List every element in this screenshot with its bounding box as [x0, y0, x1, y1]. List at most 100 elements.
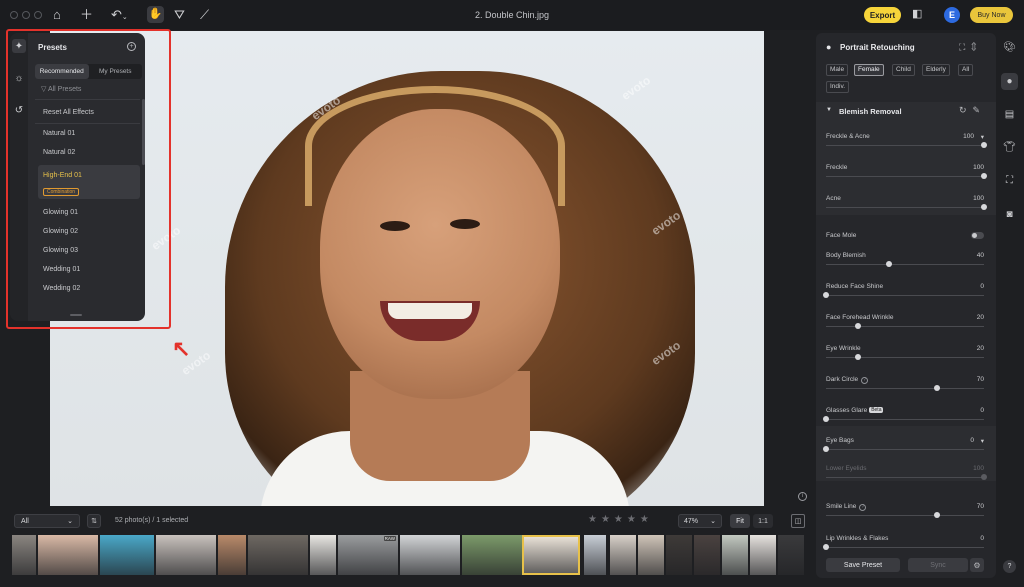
group-tag-male[interactable]: Male: [826, 64, 849, 76]
slider-value[interactable]: 70: [977, 376, 984, 383]
face-retouch-icon[interactable]: ●: [1001, 73, 1018, 90]
slider-track[interactable]: [826, 477, 984, 478]
buy-now-button[interactable]: Buy Now: [970, 7, 1013, 23]
group-tag-child[interactable]: Child: [892, 64, 915, 76]
sync-settings-icon[interactable]: ⚙: [970, 558, 984, 572]
thumbnail[interactable]: [722, 535, 748, 575]
slider-value[interactable]: 20: [977, 345, 984, 352]
slider-value[interactable]: 0: [980, 407, 984, 414]
chevron-down-icon[interactable]: ▾: [981, 437, 984, 445]
slider-knob[interactable]: [854, 323, 861, 329]
thumbnail[interactable]: [750, 535, 776, 575]
chevron-down-icon[interactable]: ▾: [981, 133, 984, 141]
slider-track[interactable]: [826, 176, 984, 177]
reset-icon[interactable]: ↻: [959, 105, 973, 115]
slider-value[interactable]: 0: [980, 283, 984, 290]
compare-icon[interactable]: ◫: [791, 514, 805, 528]
help-icon[interactable]: ?: [859, 504, 867, 511]
info-icon[interactable]: i: [798, 492, 807, 501]
crop-frame-icon[interactable]: ⛶: [1001, 172, 1018, 189]
thumbnail[interactable]: [218, 535, 246, 575]
thumbnail[interactable]: [584, 535, 606, 575]
thumbnail[interactable]: [100, 535, 154, 575]
slider-knob[interactable]: [933, 512, 940, 518]
thumbnail[interactable]: [462, 535, 522, 575]
thumbnail[interactable]: [400, 535, 460, 575]
slider-knob[interactable]: [981, 474, 987, 480]
slider-value[interactable]: 0: [970, 437, 974, 444]
thumbnail[interactable]: [38, 535, 98, 575]
slider-track[interactable]: [826, 145, 984, 146]
face-mole-toggle[interactable]: [971, 232, 984, 239]
face-icon: ●: [826, 42, 832, 52]
photo-count: 52 photo(s) / 1 selected: [115, 517, 189, 524]
collapse-triangle-icon[interactable]: ▼: [826, 107, 832, 113]
slider-knob[interactable]: [981, 173, 987, 179]
thumbnail[interactable]: [12, 535, 36, 575]
slider-track[interactable]: [826, 326, 984, 327]
slider-track[interactable]: [826, 357, 984, 358]
one-to-one-button[interactable]: 1:1: [753, 514, 773, 528]
rating-stars[interactable]: ★★★★★: [588, 514, 653, 525]
slider-track[interactable]: [826, 207, 984, 208]
slider-value[interactable]: 40: [977, 252, 984, 259]
thumbnail[interactable]: [694, 535, 720, 575]
thumbnail[interactable]: [638, 535, 664, 575]
help-icon[interactable]: ?: [861, 377, 869, 384]
slider-knob[interactable]: [933, 385, 940, 391]
slider-track[interactable]: [826, 449, 984, 450]
clothing-icon[interactable]: 👕︎: [1001, 139, 1018, 156]
save-preset-button[interactable]: Save Preset: [826, 558, 900, 572]
slider-value[interactable]: 100: [973, 465, 984, 472]
slider-track[interactable]: [826, 515, 984, 516]
avatar[interactable]: E: [944, 7, 960, 23]
slider-track[interactable]: [826, 547, 984, 548]
edit-icon[interactable]: ✎: [973, 105, 987, 115]
slider-knob[interactable]: [823, 544, 829, 550]
thumbnail[interactable]: [248, 535, 308, 575]
sync-button[interactable]: Sync: [908, 558, 968, 572]
group-tag-elderly[interactable]: Elderly: [922, 64, 950, 76]
slider-knob[interactable]: [823, 446, 829, 452]
slider-track[interactable]: [826, 388, 984, 389]
help-icon[interactable]: ?: [1003, 560, 1016, 573]
slider-knob[interactable]: [886, 261, 893, 267]
slider-knob[interactable]: [823, 416, 829, 422]
thumbnail[interactable]: [778, 535, 804, 575]
thumbnail[interactable]: [666, 535, 692, 575]
expand-icon[interactable]: ⇕: [971, 42, 982, 52]
crop-icon[interactable]: ⛶: [959, 42, 971, 52]
slider-value[interactable]: 100: [963, 133, 974, 140]
panel-toggle-icon[interactable]: ◧: [912, 7, 922, 22]
slider-track[interactable]: [826, 264, 984, 265]
filmstrip-filter-select[interactable]: All ⌄: [14, 514, 80, 528]
slider-value[interactable]: 20: [977, 314, 984, 321]
thumbnail[interactable]: RAW: [338, 535, 398, 575]
slider-knob[interactable]: [981, 204, 987, 210]
slider-knob[interactable]: [981, 142, 987, 148]
thumbnail-selected[interactable]: [522, 535, 580, 575]
palette-icon[interactable]: 🎨︎: [1001, 39, 1018, 56]
sort-icon[interactable]: ⇅: [87, 514, 101, 528]
fit-button[interactable]: Fit: [730, 514, 750, 528]
group-tag-all[interactable]: All: [958, 64, 974, 76]
camera-icon[interactable]: ◙: [1001, 206, 1018, 223]
slider-value[interactable]: 70: [977, 503, 984, 510]
slider-label: Face Forehead Wrinkle: [826, 314, 894, 321]
group-tag-indiv[interactable]: Indiv.: [826, 81, 850, 93]
background-icon[interactable]: ▤: [1001, 106, 1018, 123]
slider-value[interactable]: 100: [973, 164, 984, 171]
slider-value[interactable]: 100: [973, 195, 984, 202]
slider-knob[interactable]: [823, 292, 829, 298]
slider-track[interactable]: [826, 295, 984, 296]
thumbnail[interactable]: [310, 535, 336, 575]
slider-track[interactable]: [826, 419, 984, 420]
slider-value[interactable]: 0: [980, 535, 984, 542]
group-tag-female[interactable]: Female: [854, 64, 884, 76]
thumbnail[interactable]: [610, 535, 636, 575]
slider-knob[interactable]: [854, 354, 861, 360]
export-button[interactable]: Export: [864, 7, 901, 23]
slider-label: Eye Bags: [826, 437, 854, 444]
zoom-select[interactable]: 47% ⌄: [678, 514, 722, 528]
thumbnail[interactable]: [156, 535, 216, 575]
